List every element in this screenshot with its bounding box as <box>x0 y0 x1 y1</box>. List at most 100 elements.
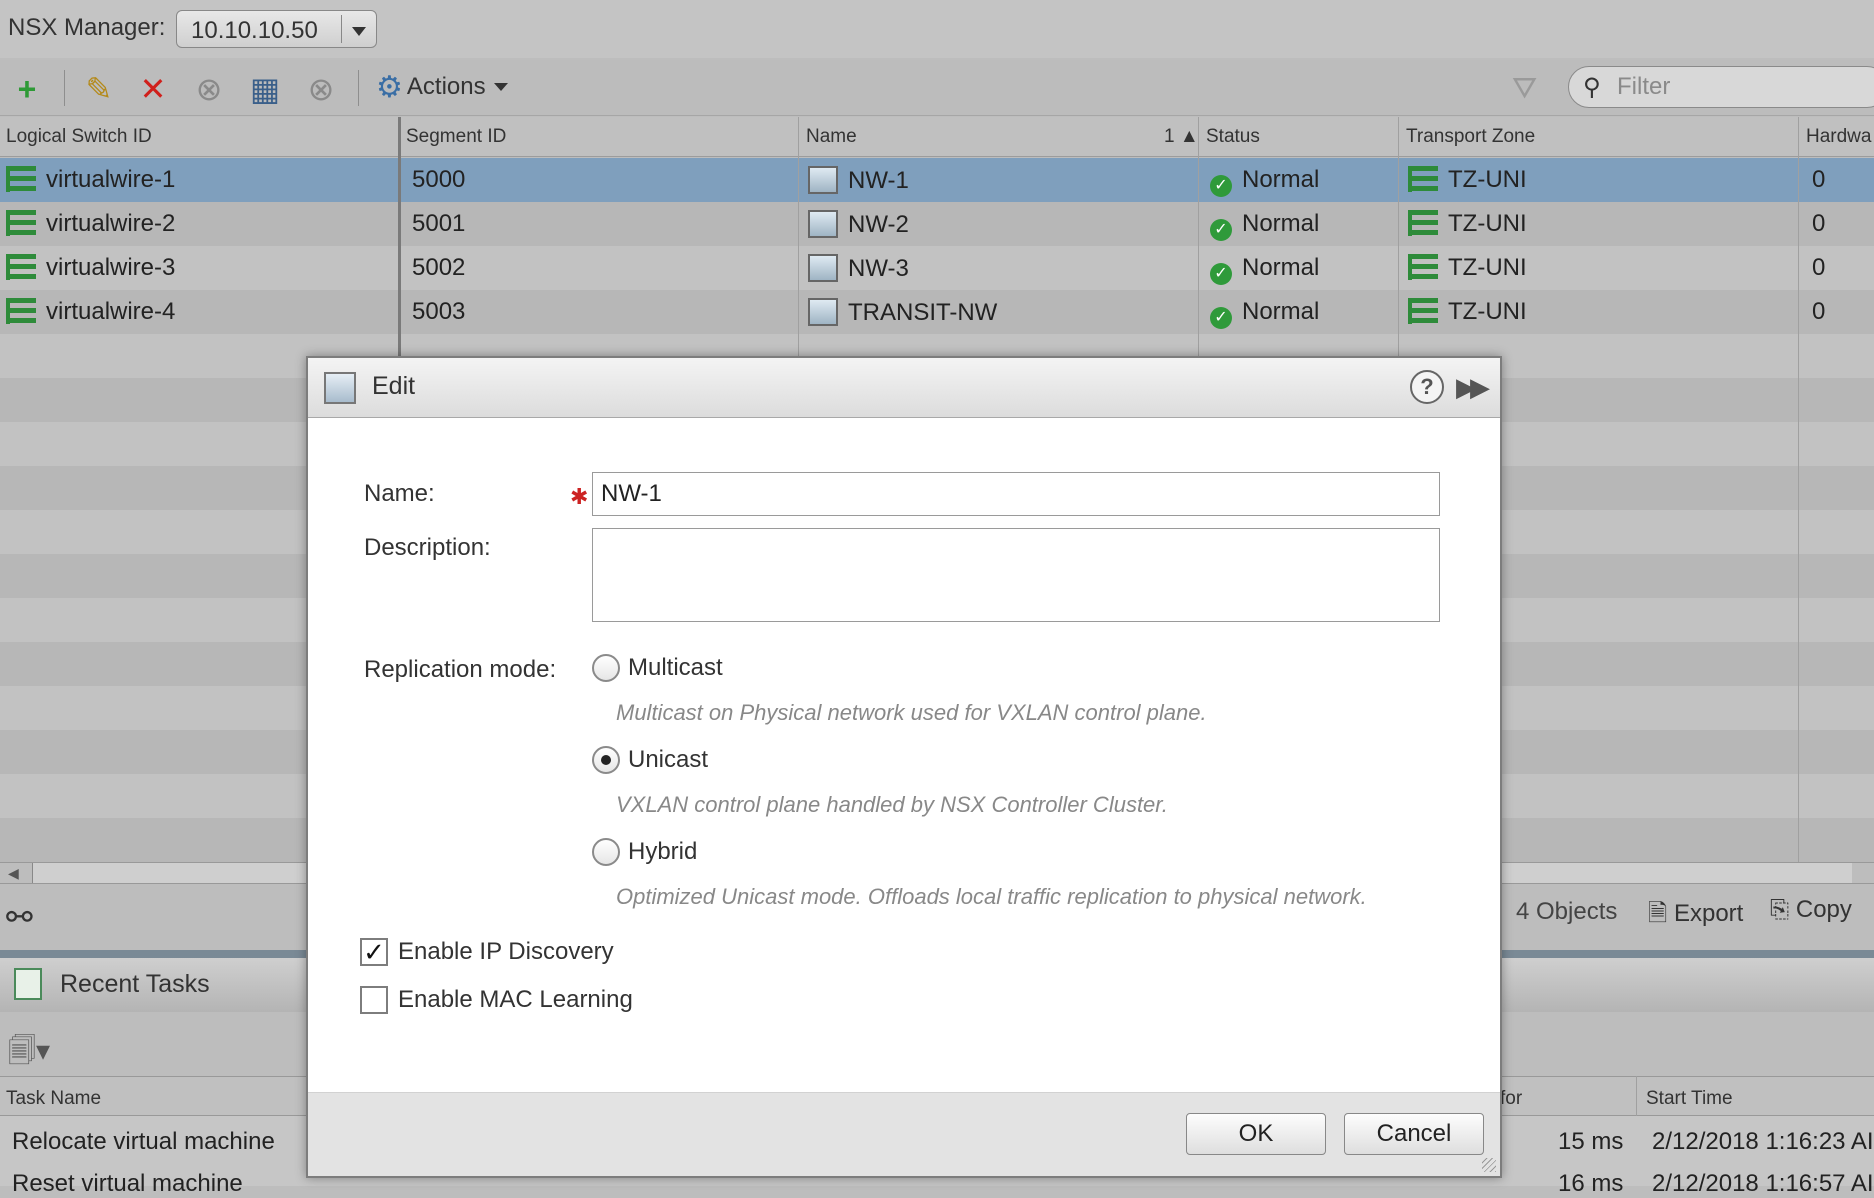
gear-icon: ⚙ <box>376 71 403 104</box>
col-start-time[interactable]: Start Time <box>1646 1088 1733 1110</box>
cell-transport-zone: TZ-UNI <box>1408 298 1527 326</box>
col-name[interactable]: Name <box>806 126 857 148</box>
mac-learning-checkbox[interactable] <box>360 986 388 1014</box>
filter-input[interactable]: ⚲ Filter <box>1568 66 1874 108</box>
cancel-button[interactable]: Cancel <box>1344 1113 1484 1155</box>
block-icon[interactable]: ⊗ <box>304 72 338 106</box>
cell-hardware: 0 <box>1812 298 1826 325</box>
status-text: Normal <box>1242 254 1320 281</box>
cell-transport-zone: TZ-UNI <box>1408 254 1527 282</box>
task-duration: 16 ms <box>1558 1170 1624 1197</box>
delete-icon[interactable]: ✕ <box>136 72 170 106</box>
export-icon: 🗎 <box>1648 900 1668 927</box>
cell-logical-switch-id: virtualwire-1 <box>6 166 175 194</box>
cell-name: TRANSIT-NW <box>808 298 997 327</box>
switch-name: NW-1 <box>848 167 909 194</box>
cell-logical-switch-id: virtualwire-3 <box>6 254 175 282</box>
help-icon[interactable]: ? <box>1410 370 1444 404</box>
multicast-description: Multicast on Physical network used for V… <box>616 700 1207 725</box>
logical-switch-id: virtualwire-3 <box>46 254 176 281</box>
toolbar-divider <box>64 70 65 106</box>
col-transport-zone[interactable]: Transport Zone <box>1406 126 1535 148</box>
disconnect-icon[interactable]: ⊗ <box>192 72 226 106</box>
task-duration: 15 ms <box>1558 1128 1624 1155</box>
col-for[interactable]: for <box>1500 1088 1522 1110</box>
recent-tasks-title: Recent Tasks <box>60 970 210 998</box>
logical-switch-icon <box>6 166 36 192</box>
remove-vm-icon[interactable]: ▦ <box>248 72 282 106</box>
task-name[interactable]: Relocate virtual machine <box>12 1128 275 1156</box>
switch-name: TRANSIT-NW <box>848 299 998 326</box>
status-text: Normal <box>1242 166 1320 193</box>
ip-discovery-label[interactable]: Enable IP Discovery <box>398 938 614 966</box>
col-task-name[interactable]: Task Name <box>6 1088 101 1110</box>
ip-discovery-checkbox[interactable]: ✓ <box>360 938 388 966</box>
edit-dialog: Edit ? ▶▶ Name: ✱ Description: Replicati… <box>306 356 1502 1178</box>
cell-logical-switch-id: virtualwire-4 <box>6 298 175 326</box>
task-name[interactable]: Reset virtual machine <box>12 1170 243 1198</box>
transport-zone-icon <box>1408 298 1438 324</box>
scroll-left-icon[interactable]: ◀ <box>8 865 19 882</box>
tasks-clipboard-icon <box>14 968 42 1000</box>
cell-status: ✓ Normal <box>1210 210 1319 241</box>
logical-switch-id: virtualwire-1 <box>46 166 176 193</box>
column-divider <box>1798 117 1799 862</box>
table-row[interactable]: virtualwire-4 5003 TRANSIT-NW ✓ Normal TZ-UNI… <box>0 290 1874 334</box>
name-input[interactable] <box>592 472 1440 516</box>
copy-label: Copy <box>1795 896 1852 923</box>
copy-button[interactable]: ⎘ Copy <box>1770 896 1852 924</box>
cell-segment-id: 5003 <box>412 298 466 325</box>
expand-icon[interactable]: ▶▶ <box>1456 372 1490 403</box>
transport-zone: TZ-UNI <box>1448 166 1527 193</box>
col-segment-id[interactable]: Segment ID <box>406 126 506 148</box>
clear-filter-icon[interactable]: ⛛ <box>1512 72 1537 106</box>
unicast-label[interactable]: Unicast <box>628 746 708 774</box>
unicast-description: VXLAN control plane handled by NSX Contr… <box>616 792 1168 817</box>
manager-select-value: 10.10.10.50 <box>191 17 318 44</box>
select-separator <box>341 15 342 43</box>
table-row[interactable]: virtualwire-2 5001 NW-2 ✓ Normal TZ-UNI 0 <box>0 202 1874 246</box>
transport-zone-icon <box>1408 166 1438 192</box>
toolbar-divider <box>358 70 359 106</box>
multicast-label[interactable]: Multicast <box>628 654 723 682</box>
cell-segment-id: 5002 <box>412 254 466 281</box>
radio-multicast[interactable] <box>592 654 620 682</box>
cell-name: NW-3 <box>808 254 909 283</box>
cell-logical-switch-id: virtualwire-2 <box>6 210 175 238</box>
mac-learning-label[interactable]: Enable MAC Learning <box>398 986 633 1014</box>
network-icon <box>808 210 838 238</box>
table-row[interactable]: virtualwire-3 5002 NW-3 ✓ Normal TZ-UNI 0 <box>0 246 1874 290</box>
description-input[interactable] <box>592 528 1440 622</box>
resize-grip-icon[interactable] <box>1482 1158 1496 1172</box>
hybrid-label[interactable]: Hybrid <box>628 838 697 866</box>
actions-label: Actions <box>406 73 486 100</box>
check-circle-icon: ✓ <box>1210 219 1232 241</box>
switch-name: NW-3 <box>848 255 909 282</box>
dialog-title-bar[interactable]: Edit ? ▶▶ <box>308 358 1500 418</box>
radio-unicast[interactable] <box>592 746 620 774</box>
radio-hybrid[interactable] <box>592 838 620 866</box>
manager-select[interactable]: 10.10.10.50 <box>176 10 377 48</box>
table-row[interactable]: virtualwire-1 5000 NW-1 ✓ Normal TZ-UNI 0 <box>0 158 1874 202</box>
network-icon <box>808 166 838 194</box>
col-status[interactable]: Status <box>1206 126 1260 148</box>
logical-switch-id: virtualwire-4 <box>46 298 176 325</box>
export-button[interactable]: 🗎 Export <box>1648 896 1743 937</box>
logical-switch-icon <box>6 298 36 324</box>
cell-hardware: 0 <box>1812 210 1826 237</box>
col-hardware[interactable]: Hardwa <box>1806 126 1871 148</box>
col-logical-switch-id[interactable]: Logical Switch ID <box>6 126 152 148</box>
copy-icon: ⎘ <box>1770 896 1790 923</box>
task-filter-icon[interactable]: 🗐▾ <box>8 1030 50 1078</box>
binoculars-icon[interactable]: ⚯ <box>6 898 33 936</box>
cell-name: NW-2 <box>808 210 909 239</box>
manager-label: NSX Manager: <box>8 14 166 41</box>
actions-menu[interactable]: ⚙ Actions <box>376 70 508 105</box>
filter-placeholder: Filter <box>1617 73 1671 100</box>
check-circle-icon: ✓ <box>1210 263 1232 285</box>
transport-zone-icon <box>1408 254 1438 280</box>
ok-button[interactable]: OK <box>1186 1113 1326 1155</box>
add-icon[interactable]: + <box>10 72 44 106</box>
cell-status: ✓ Normal <box>1210 254 1319 285</box>
edit-icon[interactable]: ✎ <box>82 72 116 106</box>
